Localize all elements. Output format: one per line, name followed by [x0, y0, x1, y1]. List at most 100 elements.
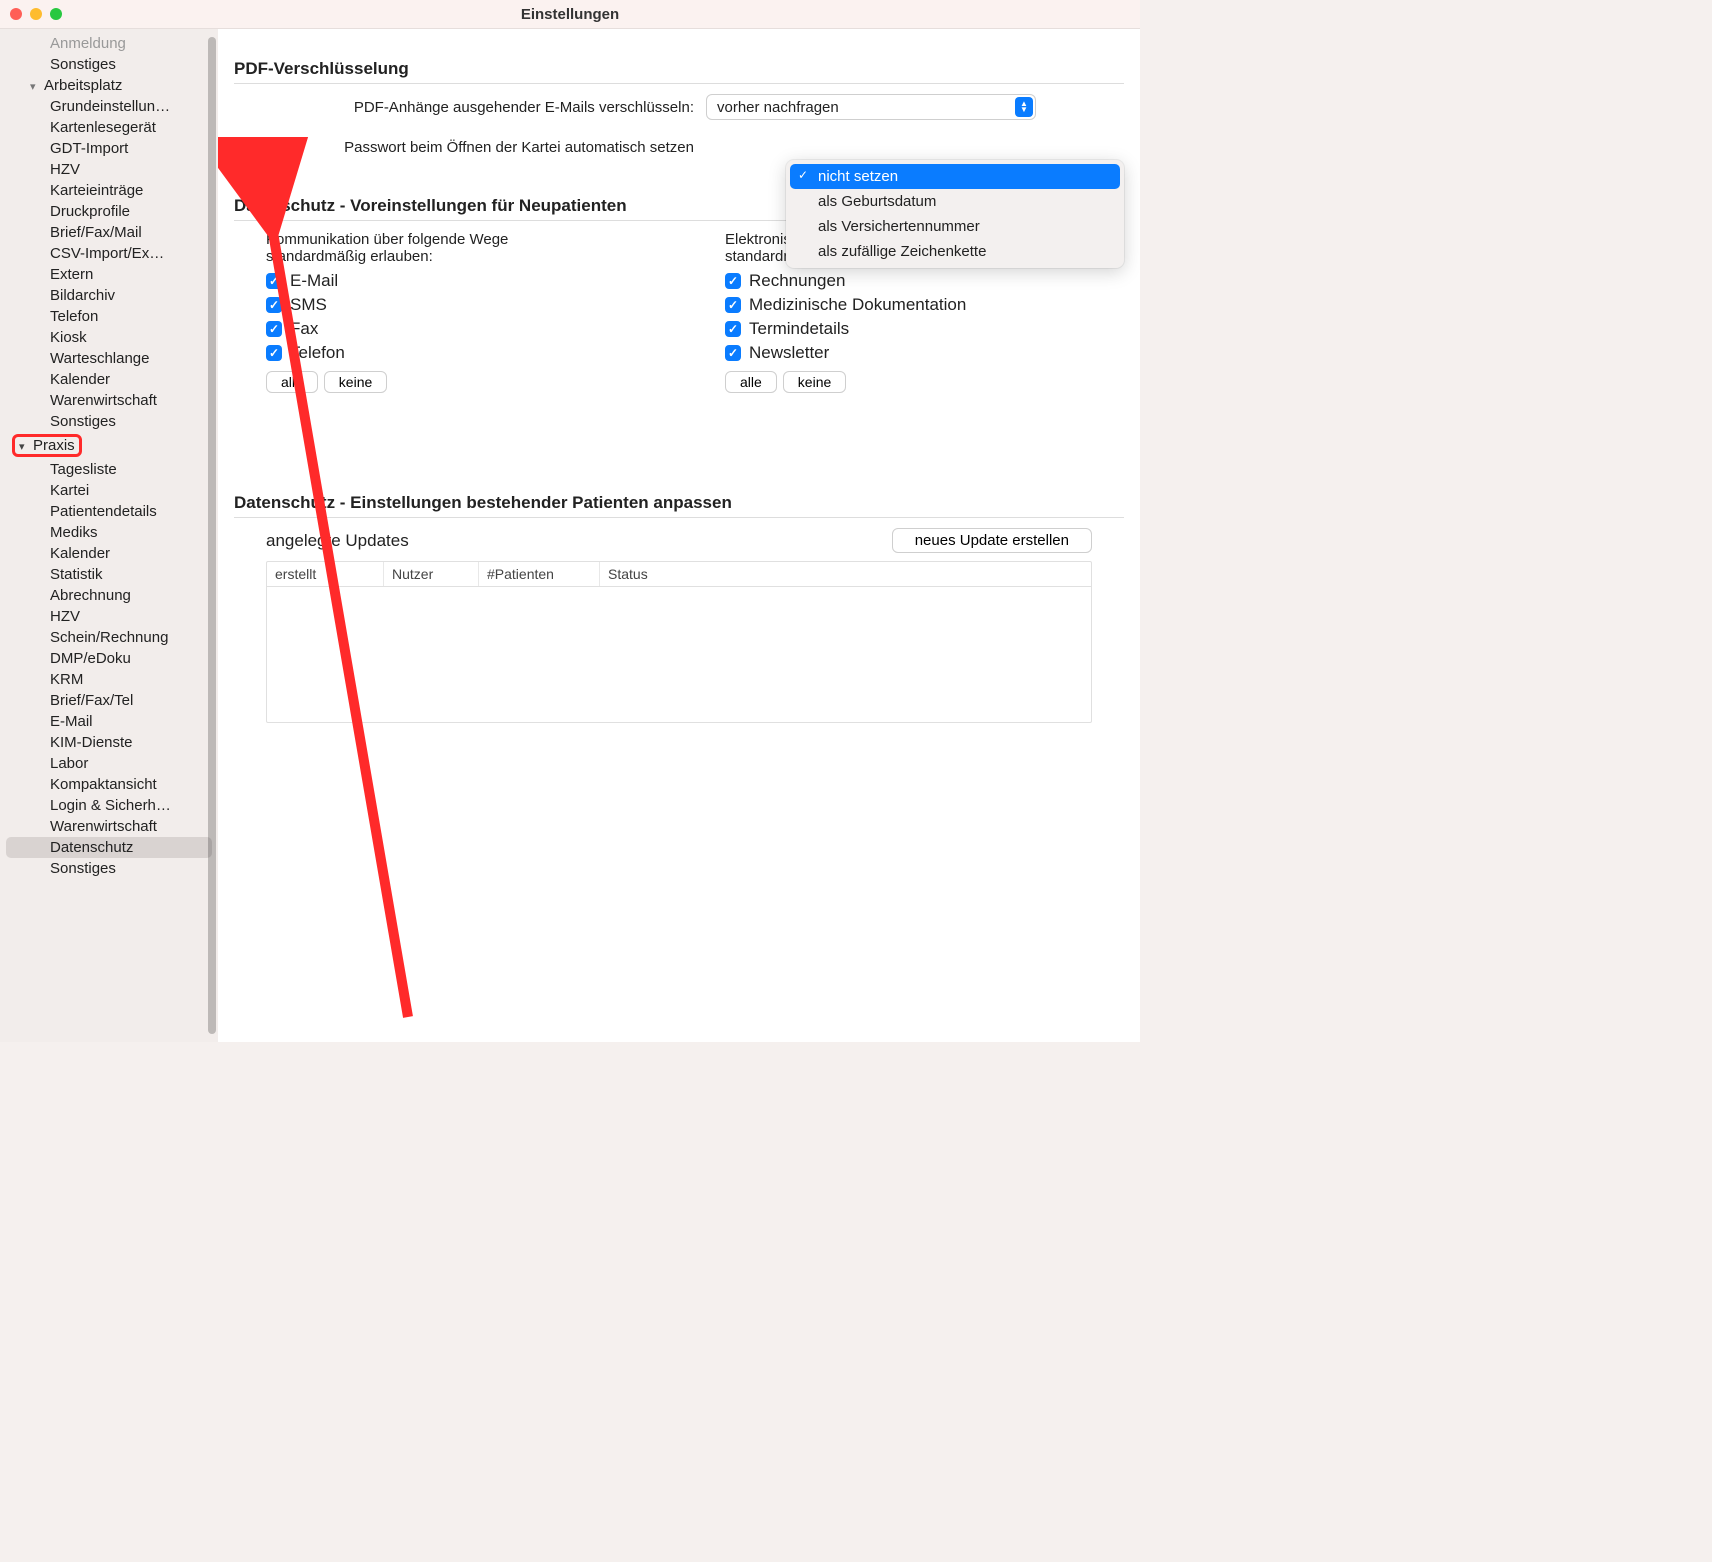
- settings-window: Einstellungen Anmeldung Sonstiges ▾Arbei…: [0, 0, 1140, 1041]
- sidebar-item[interactable]: Bildarchiv: [6, 285, 212, 306]
- checkbox-label: Medizinische Dokumentation: [749, 295, 966, 315]
- table-col-patienten[interactable]: #Patienten: [479, 562, 600, 586]
- dropdown-menu-password[interactable]: ✓nicht setzenals Geburtsdatumals Versich…: [786, 160, 1124, 268]
- sidebar-item[interactable]: Karteieinträge: [6, 180, 212, 201]
- minimize-icon[interactable]: [30, 8, 42, 20]
- checkbox[interactable]: ✓: [725, 273, 741, 289]
- checkbox[interactable]: ✓: [725, 297, 741, 313]
- sidebar-item[interactable]: Warenwirtschaft: [6, 816, 212, 837]
- sidebar-item[interactable]: KIM-Dienste: [6, 732, 212, 753]
- sidebar-item[interactable]: Warteschlange: [6, 348, 212, 369]
- checkbox-row: ✓ Rechnungen: [725, 271, 1124, 291]
- checkbox[interactable]: ✓: [266, 321, 282, 337]
- table-col-erstellt[interactable]: erstellt: [267, 562, 384, 586]
- sidebar-item[interactable]: Kartei: [6, 480, 212, 501]
- sidebar-item[interactable]: GDT-Import: [6, 138, 212, 159]
- checkbox-label: Rechnungen: [749, 271, 845, 291]
- divider: [234, 517, 1124, 518]
- sidebar-group-praxis[interactable]: ▾Praxis: [6, 432, 212, 459]
- col-heading: Kommunikation über folgende Wege standar…: [266, 231, 586, 265]
- checkbox-row: ✓Termindetails: [725, 319, 1124, 339]
- sidebar-item[interactable]: Sonstiges: [6, 54, 212, 75]
- col-communication: Kommunikation über folgende Wege standar…: [266, 231, 665, 393]
- checkbox-label: Newsletter: [749, 343, 829, 363]
- checkbox-row: ✓ Telefon: [266, 343, 665, 363]
- sidebar-item[interactable]: Warenwirtschaft: [6, 390, 212, 411]
- close-icon[interactable]: [10, 8, 22, 20]
- form-row-pdf-encrypt: PDF-Anhänge ausgehender E-Mails verschlü…: [234, 94, 1124, 120]
- sidebar-item[interactable]: Tagesliste: [6, 459, 212, 480]
- checkbox[interactable]: ✓: [266, 345, 282, 361]
- dropdown-item[interactable]: als Versichertennummer: [790, 214, 1120, 239]
- sidebar-item[interactable]: DMP/eDoku: [6, 648, 212, 669]
- sidebar-item[interactable]: Kalender: [6, 369, 212, 390]
- checkbox-row: ✓ SMS: [266, 295, 665, 315]
- sidebar-item[interactable]: Kalender: [6, 543, 212, 564]
- checkbox-label: SMS: [290, 295, 327, 315]
- updates-label: angelegte Updates: [266, 531, 409, 551]
- sidebar-item[interactable]: Sonstiges: [6, 411, 212, 432]
- checkbox[interactable]: ✓: [725, 321, 741, 337]
- sidebar-item[interactable]: E-Mail: [6, 711, 212, 732]
- sidebar-item[interactable]: Sonstiges: [6, 858, 212, 879]
- dropdown-item[interactable]: ✓nicht setzen: [790, 164, 1120, 189]
- sidebar-item[interactable]: Labor: [6, 753, 212, 774]
- checkbox[interactable]: ✓: [725, 345, 741, 361]
- sidebar-item[interactable]: Telefon: [6, 306, 212, 327]
- form-row-password-auto: Passwort beim Öffnen der Kartei automati…: [234, 134, 1124, 160]
- dropdown-item[interactable]: als Geburtsdatum: [790, 189, 1120, 214]
- checkbox-row: ✓ Medizinische Dokumentation: [725, 295, 1124, 315]
- window-controls: [0, 8, 62, 20]
- sidebar-item[interactable]: Druckprofile: [6, 201, 212, 222]
- table-header: erstellt Nutzer #Patienten Status: [267, 562, 1091, 587]
- btn-all[interactable]: alle: [725, 371, 777, 393]
- chevron-down-icon: ▾: [19, 440, 31, 453]
- sidebar-item[interactable]: Login & Sicherh…: [6, 795, 212, 816]
- select-pdf-encrypt[interactable]: vorher nachfragen ▲▼: [706, 94, 1036, 120]
- sidebar-item[interactable]: KRM: [6, 669, 212, 690]
- sidebar-item[interactable]: Extern: [6, 264, 212, 285]
- sidebar-item[interactable]: Statistik: [6, 564, 212, 585]
- dropdown-item[interactable]: als zufällige Zeichenkette: [790, 239, 1120, 264]
- checkbox-label: Telefon: [290, 343, 345, 363]
- sidebar-item[interactable]: Kartenlesegerät: [6, 117, 212, 138]
- table-col-status[interactable]: Status: [600, 562, 1091, 586]
- sidebar-item[interactable]: Patientendetails: [6, 501, 212, 522]
- sidebar-item[interactable]: Mediks: [6, 522, 212, 543]
- table-col-nutzer[interactable]: Nutzer: [384, 562, 479, 586]
- sidebar-item[interactable]: Kompaktansicht: [6, 774, 212, 795]
- btn-none[interactable]: keine: [783, 371, 846, 393]
- updates-table[interactable]: erstellt Nutzer #Patienten Status: [266, 561, 1092, 723]
- checkbox-row: ✓ E-Mail: [266, 271, 665, 291]
- check-icon: ✓: [798, 168, 808, 182]
- sidebar-item[interactable]: Datenschutz: [6, 837, 212, 858]
- sidebar-item[interactable]: HZV: [6, 159, 212, 180]
- sidebar-item[interactable]: CSV-Import/Ex…: [6, 243, 212, 264]
- btn-new-update[interactable]: neues Update erstellen: [892, 528, 1092, 553]
- window-title: Einstellungen: [0, 6, 1140, 23]
- settings-sidebar[interactable]: Anmeldung Sonstiges ▾Arbeitsplatz Grunde…: [0, 29, 218, 1042]
- sidebar-group-arbeitsplatz[interactable]: ▾Arbeitsplatz: [6, 75, 212, 96]
- settings-content: PDF-Verschlüsselung PDF-Anhänge ausgehen…: [218, 29, 1140, 1042]
- sidebar-item[interactable]: Grundeinstellun…: [6, 96, 212, 117]
- btn-none[interactable]: keine: [324, 371, 387, 393]
- titlebar: Einstellungen: [0, 0, 1140, 29]
- btn-all[interactable]: alle: [266, 371, 318, 393]
- checkbox[interactable]: ✓: [266, 297, 282, 313]
- sidebar-item[interactable]: Brief/Fax/Tel: [6, 690, 212, 711]
- sidebar-item[interactable]: Brief/Fax/Mail: [6, 222, 212, 243]
- sidebar-item[interactable]: Kiosk: [6, 327, 212, 348]
- sidebar-item[interactable]: Abrechnung: [6, 585, 212, 606]
- checkbox-row: ✓ Newsletter: [725, 343, 1124, 363]
- divider: [234, 83, 1124, 84]
- sidebar-item[interactable]: Schein/Rechnung: [6, 627, 212, 648]
- zoom-icon[interactable]: [50, 8, 62, 20]
- sidebar-item[interactable]: Anmeldung: [6, 33, 212, 54]
- chevron-updown-icon: ▲▼: [1015, 97, 1033, 117]
- checkbox[interactable]: ✓: [266, 273, 282, 289]
- checkbox-label: E-Mail: [290, 271, 338, 291]
- checkbox-label: Fax: [290, 319, 318, 339]
- sidebar-item[interactable]: HZV: [6, 606, 212, 627]
- section-title-existing: Datenschutz - Einstellungen bestehender …: [234, 493, 1124, 513]
- form-label: Passwort beim Öffnen der Kartei automati…: [234, 139, 706, 156]
